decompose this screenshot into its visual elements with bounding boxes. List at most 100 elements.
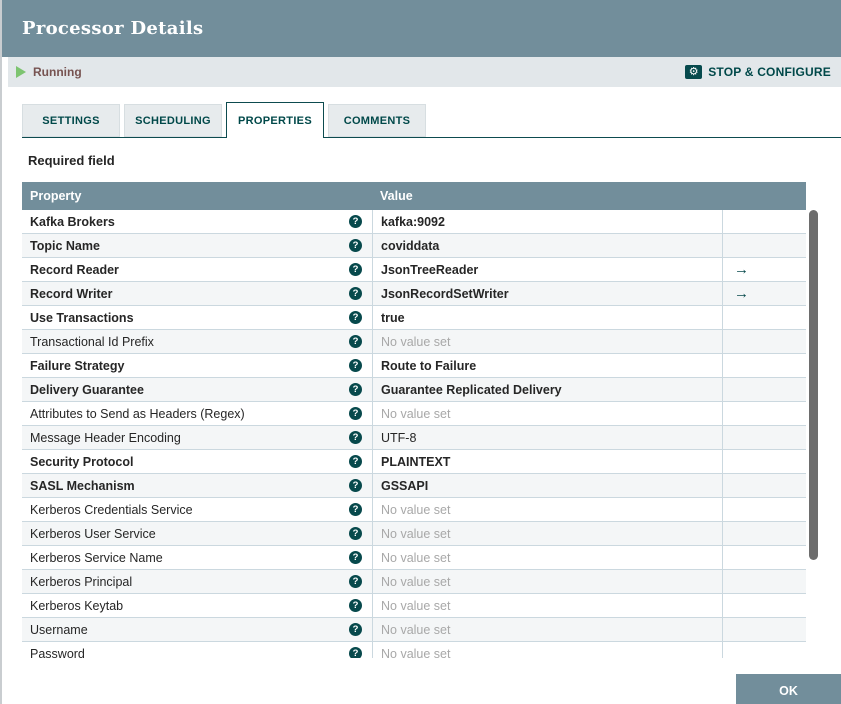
table-scrollbar[interactable] [809, 210, 818, 560]
value-cell: Guarantee Replicated Delivery [372, 378, 722, 401]
property-name: Failure Strategy [30, 358, 125, 373]
value-cell: JsonTreeReader [372, 258, 722, 281]
value-cell: JsonRecordSetWriter [372, 282, 722, 305]
stop-and-configure-button[interactable]: ⚙ STOP & CONFIGURE [685, 65, 831, 79]
property-cell: Kerberos Credentials Service? [22, 498, 372, 521]
value-unset-text: No value set [381, 406, 451, 421]
help-icon[interactable]: ? [349, 551, 362, 564]
actions-cell [722, 474, 806, 497]
help-icon[interactable]: ? [349, 239, 362, 252]
column-header-property: Property [30, 189, 82, 203]
help-icon[interactable]: ? [349, 527, 362, 540]
help-icon[interactable]: ? [349, 359, 362, 372]
value-unset-text: No value set [381, 550, 451, 565]
value-unset-text: No value set [381, 646, 451, 659]
property-name: Kerberos Service Name [30, 550, 163, 565]
property-cell: Username? [22, 618, 372, 641]
table-row: Username? No value set [22, 618, 806, 642]
help-icon[interactable]: ? [349, 335, 362, 348]
value-unset-text: No value set [381, 502, 451, 517]
property-cell: Kafka Brokers? [22, 210, 372, 233]
value-text: kafka:9092 [381, 214, 445, 229]
property-cell: Kerberos Keytab? [22, 594, 372, 617]
property-cell: Failure Strategy? [22, 354, 372, 377]
processor-details-dialog: Processor Details Running ⚙ STOP & CONFI… [0, 0, 841, 704]
help-icon[interactable]: ? [349, 311, 362, 324]
property-name: Kerberos Principal [30, 574, 133, 589]
help-icon[interactable]: ? [349, 623, 362, 636]
table-row: Topic Name? coviddata [22, 234, 806, 258]
property-cell: Record Writer? [22, 282, 372, 305]
actions-cell [722, 642, 806, 658]
value-unset-text: No value set [381, 574, 451, 589]
value-unset-text: No value set [381, 598, 451, 613]
table-row: Kerberos Keytab? No value set [22, 594, 806, 618]
table-row: Kerberos Credentials Service? No value se… [22, 498, 806, 522]
value-text: Guarantee Replicated Delivery [381, 382, 562, 397]
ok-button[interactable]: OK [736, 674, 841, 704]
value-text: PLAINTEXT [381, 454, 451, 469]
property-cell: SASL Mechanism? [22, 474, 372, 497]
help-icon[interactable]: ? [349, 215, 362, 228]
help-icon[interactable]: ? [349, 383, 362, 396]
table-row: Attributes to Send as Headers (Regex)? No… [22, 402, 806, 426]
help-icon[interactable]: ? [349, 647, 362, 658]
help-icon[interactable]: ? [349, 599, 362, 612]
tab-scheduling[interactable]: SCHEDULING [124, 104, 222, 137]
value-cell: No value set [372, 330, 722, 353]
help-icon[interactable]: ? [349, 455, 362, 468]
actions-cell [722, 306, 806, 329]
table-row: Failure Strategy? Route to Failure [22, 354, 806, 378]
value-cell: true [372, 306, 722, 329]
value-text: coviddata [381, 238, 440, 253]
property-cell: Message Header Encoding? [22, 426, 372, 449]
property-cell: Use Transactions? [22, 306, 372, 329]
tab-label: COMMENTS [343, 114, 411, 127]
tab-settings[interactable]: SETTINGS [22, 104, 120, 137]
actions-cell [722, 570, 806, 593]
property-cell: Kerberos Service Name? [22, 546, 372, 569]
table-row: Kerberos Principal? No value set [22, 570, 806, 594]
tab-baseline-divider [22, 137, 841, 138]
property-cell: Security Protocol? [22, 450, 372, 473]
value-unset-text: No value set [381, 622, 451, 637]
help-icon[interactable]: ? [349, 263, 362, 276]
value-cell: No value set [372, 570, 722, 593]
table-row: Record Reader? JsonTreeReader → [22, 258, 806, 282]
actions-cell: → [722, 282, 806, 305]
value-cell: No value set [372, 498, 722, 521]
property-name: Message Header Encoding [30, 430, 181, 445]
property-cell: Topic Name? [22, 234, 372, 257]
table-header: Property Value [22, 182, 806, 210]
help-icon[interactable]: ? [349, 407, 362, 420]
actions-cell [722, 378, 806, 401]
table-row: Delivery Guarantee? Guarantee Replicated … [22, 378, 806, 402]
help-icon[interactable]: ? [349, 575, 362, 588]
required-field-note: Required field [28, 153, 115, 168]
property-name: Kerberos Keytab [30, 598, 124, 613]
actions-cell [722, 594, 806, 617]
table-body: Kafka Brokers? kafka:9092 Topic Name? covid… [22, 210, 806, 658]
tab-label: SETTINGS [42, 114, 100, 127]
help-icon[interactable]: ? [349, 287, 362, 300]
tab-properties[interactable]: PROPERTIES [226, 102, 324, 138]
property-cell: Attributes to Send as Headers (Regex)? [22, 402, 372, 425]
value-text: UTF-8 [381, 430, 417, 445]
column-header-value: Value [380, 189, 413, 203]
property-cell: Transactional Id Prefix? [22, 330, 372, 353]
value-cell: No value set [372, 594, 722, 617]
value-text: true [381, 310, 405, 325]
help-icon[interactable]: ? [349, 503, 362, 516]
property-name: Topic Name [30, 238, 100, 253]
value-cell: No value set [372, 618, 722, 641]
property-name: Username [30, 622, 88, 637]
table-row: Kerberos Service Name? No value set [22, 546, 806, 570]
tab-label: SCHEDULING [135, 114, 211, 127]
help-icon[interactable]: ? [349, 431, 362, 444]
value-cell: Route to Failure [372, 354, 722, 377]
help-icon[interactable]: ? [349, 479, 362, 492]
go-to-service-icon[interactable]: → [734, 286, 749, 301]
go-to-service-icon[interactable]: → [734, 262, 749, 277]
tab-comments[interactable]: COMMENTS [328, 104, 426, 137]
table-row: Transactional Id Prefix? No value set [22, 330, 806, 354]
